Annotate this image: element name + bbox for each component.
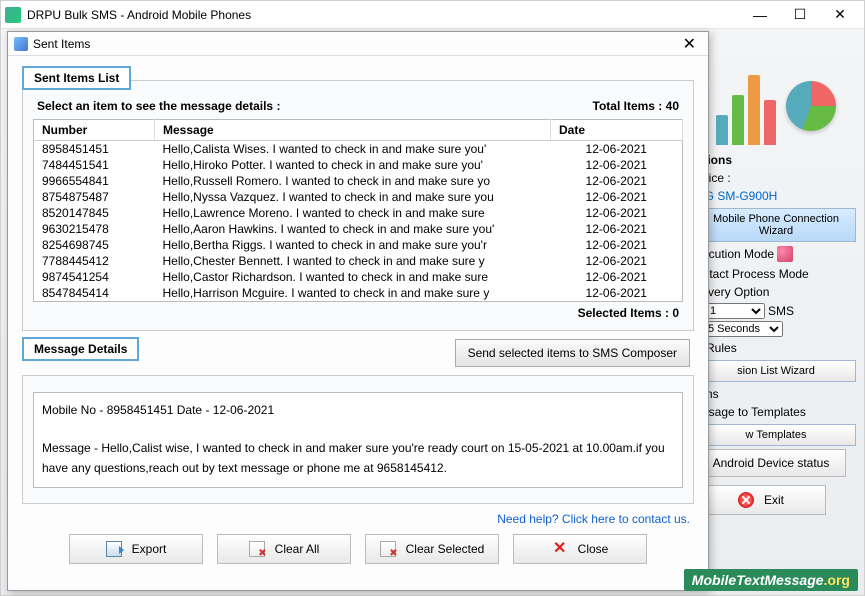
table-row[interactable]: 8958451451Hello,Calista Wises. I wanted … <box>34 141 683 158</box>
main-title: DRPU Bulk SMS - Android Mobile Phones <box>27 8 740 22</box>
clear-selected-icon <box>380 541 396 557</box>
export-icon <box>106 541 122 557</box>
wand-icon[interactable] <box>777 246 793 262</box>
sent-items-dialog: Sent Items ✕ Sent Items List Select an i… <box>7 31 709 591</box>
sent-items-list-label: Sent Items List <box>22 66 131 90</box>
bar-icon <box>732 95 744 145</box>
mobile-connection-wizard-button[interactable]: Mobile Phone Connection Wizard <box>696 208 856 242</box>
view-templates-button[interactable]: w Templates <box>696 424 856 446</box>
templates-label: essage to Templates <box>696 403 856 421</box>
bar-icon <box>716 115 728 145</box>
right-panel: ptions evice : NG SM-G900H Mobile Phone … <box>696 61 856 523</box>
table-row[interactable]: 7788445412Hello,Chester Bennett. I wante… <box>34 253 683 269</box>
table-row[interactable]: 8754875487Hello,Nyssa Vazquez. I wanted … <box>34 189 683 205</box>
dialog-close-button[interactable]: ✕ <box>677 34 702 54</box>
dialog-title: Sent Items <box>33 37 677 51</box>
close-icon: ✕ <box>552 541 568 557</box>
maximize-button[interactable]: ☐ <box>780 2 820 28</box>
table-row[interactable]: 8520147845Hello,Lawrence Moreno. I wante… <box>34 205 683 221</box>
exit-button[interactable]: Exit <box>696 485 826 515</box>
dialog-button-row: Export Clear All Clear Selected ✕Close <box>22 534 694 564</box>
table-row[interactable]: 8547845414Hello,Harrison Mcguire. I want… <box>34 285 683 302</box>
exclusion-list-wizard-button[interactable]: sion List Wizard <box>696 360 856 382</box>
pie-icon <box>786 81 836 131</box>
dialog-titlebar: Sent Items ✕ <box>8 32 708 56</box>
app-icon <box>5 7 21 23</box>
rules-label: n Rules <box>696 339 856 357</box>
delivery-option-label: elivery Option <box>696 283 856 301</box>
window-close-button[interactable]: ✕ <box>820 2 860 28</box>
main-window: DRPU Bulk SMS - Android Mobile Phones — … <box>0 0 865 596</box>
instruction-text: Select an item to see the message detail… <box>37 99 280 113</box>
clear-all-icon <box>249 541 265 557</box>
contact-mode-label: ontact Process Mode <box>696 265 856 283</box>
message-details-label: Message Details <box>22 337 139 361</box>
column-date[interactable]: Date <box>551 120 683 141</box>
items-label: ems <box>696 385 856 403</box>
column-number[interactable]: Number <box>34 120 155 141</box>
decorative-chart <box>696 61 856 151</box>
bar-icon <box>764 100 776 145</box>
table-row[interactable]: 9630215478Hello,Aaron Hawkins. I wanted … <box>34 221 683 237</box>
delay-seconds-select[interactable]: 5 Seconds <box>703 321 783 337</box>
bar-icon <box>748 75 760 145</box>
message-details-text[interactable] <box>33 392 683 488</box>
device-label: evice : <box>696 169 856 187</box>
dialog-icon <box>14 37 28 51</box>
clear-all-button[interactable]: Clear All <box>217 534 351 564</box>
main-body: ptions evice : NG SM-G900H Mobile Phone … <box>1 29 864 595</box>
help-link[interactable]: Need help? Click here to contact us. <box>497 512 690 526</box>
sent-items-table[interactable]: Number Message Date 8958451451Hello,Cali… <box>33 119 683 302</box>
delay-count-select[interactable]: 1 <box>705 303 765 319</box>
table-row[interactable]: 9966554841Hello,Russell Romero. I wanted… <box>34 173 683 189</box>
export-button[interactable]: Export <box>69 534 203 564</box>
minimize-button[interactable]: — <box>740 2 780 28</box>
selected-items: Selected Items : 0 <box>33 302 683 324</box>
close-button[interactable]: ✕Close <box>513 534 647 564</box>
clear-selected-button[interactable]: Clear Selected <box>365 534 499 564</box>
watermark: MobileTextMessage.org <box>684 569 858 591</box>
table-row[interactable]: 9874541254Hello,Castor Richardson. I wan… <box>34 269 683 285</box>
exit-icon <box>738 492 754 508</box>
dialog-body: Sent Items List Select an item to see th… <box>8 56 708 574</box>
total-items: Total Items : 40 <box>593 99 680 113</box>
table-row[interactable]: 7484451541Hello,Hiroko Potter. I wanted … <box>34 157 683 173</box>
help-link-row: Need help? Click here to contact us. <box>26 512 690 526</box>
message-details-box <box>22 375 694 504</box>
options-label: ptions <box>696 151 856 169</box>
sms-label: SMS <box>768 304 794 318</box>
device-name-link[interactable]: NG SM-G900H <box>696 187 856 205</box>
table-row[interactable]: 8254698745Hello,Bertha Riggs. I wanted t… <box>34 237 683 253</box>
column-message[interactable]: Message <box>155 120 551 141</box>
main-titlebar: DRPU Bulk SMS - Android Mobile Phones — … <box>1 1 864 29</box>
sent-items-list-box: Select an item to see the message detail… <box>22 80 694 331</box>
android-status-button[interactable]: Android Device status <box>696 449 846 477</box>
send-to-composer-button[interactable]: Send selected items to SMS Composer <box>455 339 690 367</box>
